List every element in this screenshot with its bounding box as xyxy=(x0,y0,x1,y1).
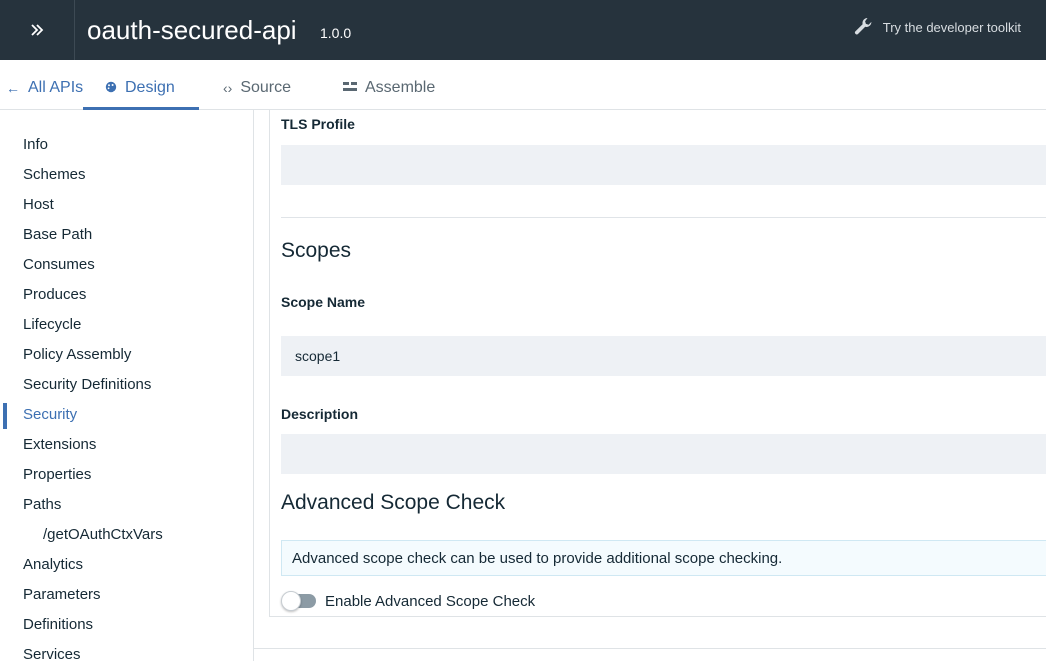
toggle-label: Enable Advanced Scope Check xyxy=(325,592,536,610)
wrench-icon xyxy=(854,17,872,35)
editor-tabs: ← All APIs Design ‹› Source Assemble xyxy=(0,60,1046,110)
sidebar-item-consumes[interactable]: Consumes xyxy=(23,255,95,275)
sidebar-item-schemes[interactable]: Schemes xyxy=(23,165,86,185)
sidebar-item-security[interactable]: Security xyxy=(23,405,77,425)
palette-icon xyxy=(105,79,117,97)
advanced-scope-check-toggle[interactable] xyxy=(281,591,317,611)
bottom-border xyxy=(254,648,1046,649)
double-chevron-right-icon xyxy=(31,24,44,36)
sidebar-item-lifecycle[interactable]: Lifecycle xyxy=(23,315,81,335)
back-to-all-apis-link[interactable]: ← All APIs xyxy=(6,79,83,110)
active-indicator xyxy=(3,403,7,429)
code-icon: ‹› xyxy=(223,80,233,96)
sidebar-item-path-getoauthctxvars[interactable]: /getOAuthCtxVars xyxy=(43,525,163,545)
api-version: 1.0.0 xyxy=(320,25,352,41)
sidebar-item-paths[interactable]: Paths xyxy=(23,495,61,515)
sidebar-item-base-path[interactable]: Base Path xyxy=(23,225,92,245)
sidebar-item-definitions[interactable]: Definitions xyxy=(23,615,93,635)
top-header: oauth-secured-api 1.0.0 Try the develope… xyxy=(0,0,1046,60)
tls-profile-field[interactable] xyxy=(281,145,1046,185)
expand-sidebar-button[interactable] xyxy=(0,0,75,60)
sidebar-item-properties[interactable]: Properties xyxy=(23,465,91,485)
tab-design[interactable]: Design xyxy=(83,79,199,110)
sidebar-item-policy-assembly[interactable]: Policy Assembly xyxy=(23,345,131,365)
advanced-scope-notice: Advanced scope check can be used to prov… xyxy=(281,540,1046,576)
sidebar-item-analytics[interactable]: Analytics xyxy=(23,555,83,575)
api-title: oauth-secured-api xyxy=(87,15,297,45)
assemble-icon xyxy=(343,79,357,97)
sidebar-item-host[interactable]: Host xyxy=(23,195,54,215)
back-label: All APIs xyxy=(28,79,84,96)
description-field[interactable] xyxy=(281,434,1046,474)
advanced-scope-check-title: Advanced Scope Check xyxy=(281,491,506,514)
section-divider xyxy=(281,217,1046,218)
tab-assemble-label: Assemble xyxy=(365,79,436,96)
arrow-left-icon: ← xyxy=(6,80,20,96)
tab-source-label: Source xyxy=(240,79,292,96)
sidebar-item-security-definitions[interactable]: Security Definitions xyxy=(23,375,151,395)
tab-source[interactable]: ‹› Source xyxy=(223,79,291,110)
security-panel: TLS Profile Scopes Scope Name scope1 Des… xyxy=(269,110,1046,617)
scopes-title: Scopes xyxy=(281,239,352,262)
design-sidebar: Info Schemes Host Base Path Consumes Pro… xyxy=(0,110,254,661)
toggle-knob xyxy=(281,591,301,611)
sidebar-item-services[interactable]: Services xyxy=(23,645,81,661)
scope-name-field[interactable]: scope1 xyxy=(281,336,1046,376)
tls-profile-label: TLS Profile xyxy=(281,116,355,132)
developer-toolkit-link[interactable]: Try the developer toolkit xyxy=(853,16,1021,38)
scope-name-label: Scope Name xyxy=(281,294,366,310)
advanced-scope-check-toggle-row[interactable]: Enable Advanced Scope Check xyxy=(281,591,535,611)
sidebar-item-info[interactable]: Info xyxy=(23,135,48,155)
sidebar-item-produces[interactable]: Produces xyxy=(23,285,86,305)
toolkit-label: Try the developer toolkit xyxy=(882,19,1021,35)
tab-assemble[interactable]: Assemble xyxy=(343,79,435,110)
sidebar-item-parameters[interactable]: Parameters xyxy=(23,585,101,605)
sidebar-item-extensions[interactable]: Extensions xyxy=(23,435,96,455)
description-label: Description xyxy=(281,406,359,422)
tab-design-label: Design xyxy=(125,79,175,96)
